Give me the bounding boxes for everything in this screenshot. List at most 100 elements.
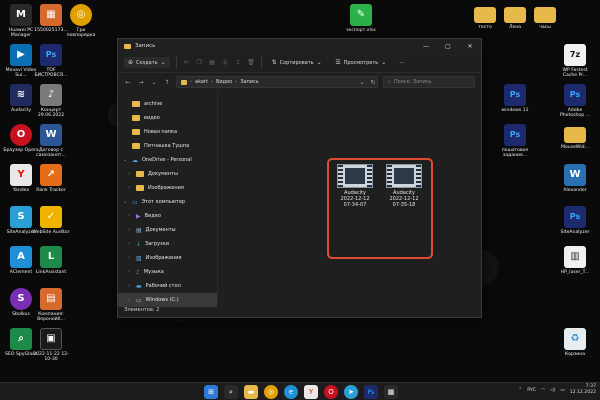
paste-icon[interactable]: ▤ <box>209 59 216 66</box>
sidebar-item-music[interactable]: › ♪ Музыка <box>118 265 217 279</box>
search-icon: ⌕ <box>388 79 391 85</box>
chevron-right-icon[interactable]: › <box>126 283 132 289</box>
back-icon[interactable]: ← <box>124 79 132 86</box>
desktop-icon-ps-tof[interactable]: Ps TOF БИСТРОВСЯ... <box>32 44 70 79</box>
store-icon[interactable]: ▦ <box>384 385 398 399</box>
chevron-down-icon[interactable]: ⌄ <box>150 79 158 86</box>
chevron-right-icon[interactable]: › <box>126 269 132 275</box>
sidebar-item-onedrive-documents[interactable]: › Документы <box>118 167 217 181</box>
view-button[interactable]: ☰ Просмотреть ⌄ <box>332 57 391 68</box>
search-icon[interactable]: ⌕ <box>224 385 238 399</box>
delete-icon[interactable]: 🗑︎ <box>247 59 255 66</box>
photoshop-icon[interactable]: Ps <box>364 385 378 399</box>
desktop-icon-ps-zadanie[interactable]: Ps пошаговое задание... <box>496 124 534 159</box>
battery-icon[interactable]: ▭ <box>560 388 564 393</box>
chevron-right-icon[interactable]: › <box>126 255 132 261</box>
sidebar-item-archive[interactable]: archive <box>118 97 217 111</box>
new-button[interactable]: ⊕ Создать ⌄ <box>124 57 170 68</box>
close-button[interactable]: ✕ <box>459 39 481 53</box>
clock[interactable]: 7:37 12.12.2022 <box>570 384 596 396</box>
title-bar[interactable]: Запись — ▢ ✕ <box>118 39 481 53</box>
desktop-icon-ps-adobe[interactable]: Ps Adobe Photoshop ... <box>556 84 594 119</box>
telegram-icon[interactable]: ➤ <box>344 385 358 399</box>
cut-icon[interactable]: ✂ <box>183 59 190 66</box>
desktop-icon-7z[interactable]: 7z WP Fastest Cache Pr... <box>556 44 594 79</box>
desktop-icon-export[interactable]: ✎ экспорт.xlsx <box>342 4 380 33</box>
breadcrumb-akart[interactable]: akart <box>195 79 208 85</box>
sidebar-item-this-pc[interactable]: ⌄ ▭ Этот компьютер <box>118 195 217 209</box>
document-icon: ▤ <box>40 288 62 310</box>
search-box[interactable]: ⌕ Поиск: Запись <box>383 76 475 88</box>
seo-spyglass-icon: ⌕ <box>10 328 32 350</box>
chrome-icon: ◎ <box>70 4 92 26</box>
desktop-icon-hplaser[interactable]: ▥ HP_laser_T... <box>556 246 594 275</box>
language-indicator[interactable]: РУС <box>527 388 536 393</box>
desktop-icon-alexander[interactable]: W Alexander <box>556 164 594 193</box>
chevron-right-icon[interactable]: › <box>126 185 132 191</box>
up-icon[interactable]: ↑ <box>163 79 171 86</box>
chevron-down-icon[interactable]: ⌄ <box>122 157 128 163</box>
desktop-icon-recycle-bin[interactable]: ♻ Корзина <box>556 328 594 357</box>
desktop-icon-mouse[interactable]: MouseWid... <box>556 124 594 150</box>
desktop-icon-koncert[interactable]: ♪ Концерт 29.06.2022 <box>32 84 70 119</box>
sidebar-item-videos[interactable]: › ▶ Видео <box>118 209 217 223</box>
chevron-right-icon[interactable]: › <box>126 227 132 233</box>
rename-icon[interactable]: Ⓐ <box>222 59 229 67</box>
recycle-bin-icon: ♻ <box>564 328 586 350</box>
opera-icon[interactable]: O <box>324 385 338 399</box>
folder-icon <box>132 143 140 149</box>
sort-button[interactable]: ⇅ Сортировать ⌄ <box>268 57 326 68</box>
sidebar-item-downloads[interactable]: › ↓ Загрузки <box>118 237 217 251</box>
breadcrumb-zapis[interactable]: Запись <box>240 79 258 85</box>
desktop-icon-ps-win11[interactable]: Ps windows 11 <box>496 84 534 113</box>
chevron-up-icon[interactable]: ⌃ <box>518 388 522 393</box>
explorer-window: Запись — ▢ ✕ ⊕ Создать ⌄ ✂ ❐ ▤ Ⓐ ⇪ 🗑︎ ⇅ … <box>117 38 482 318</box>
chevron-right-icon[interactable]: › <box>126 213 132 219</box>
sidebar-item-images[interactable]: › ▨ Изображения <box>118 251 217 265</box>
desktop-icon-video-file[interactable]: ▣ 2022-11-22 12-10-30 <box>32 328 70 363</box>
desktop-icon-linkassistant[interactable]: L LinkAssistant <box>32 246 70 275</box>
sidebar-item-documents[interactable]: › ▤ Документы <box>118 223 217 237</box>
desktop-icon-label: пошаговое задание... <box>501 148 529 159</box>
chevron-right-icon[interactable]: › <box>126 241 132 247</box>
refresh-icon[interactable]: ↻ <box>369 79 377 86</box>
desktop-icon-label: WP Fastest Cache Pr... <box>562 68 588 79</box>
file-explorer-icon[interactable]: ▬ <box>244 385 258 399</box>
sidebar-item-label: Музыка <box>143 269 164 275</box>
maximize-button[interactable]: ▢ <box>437 39 459 53</box>
chrome-icon[interactable]: ◎ <box>264 385 278 399</box>
file-icon: ▦ <box>40 4 62 26</box>
chevron-down-icon[interactable]: ⌄ <box>122 199 128 205</box>
windows-start-icon[interactable]: ⊞ <box>204 385 218 399</box>
desktop-icon-label: экспорт.xlsx <box>346 28 376 33</box>
sidebar-item-onedrive-images[interactable]: › Изображения <box>118 181 217 195</box>
breadcrumb-video[interactable]: Видео <box>216 79 232 85</box>
share-icon[interactable]: ⇪ <box>235 59 242 66</box>
more-button[interactable]: ··· <box>396 58 407 68</box>
desktop-icon-chrome[interactable]: ◎ Гри повпорядка <box>62 4 100 39</box>
volume-icon[interactable]: ◁) <box>550 388 555 393</box>
desktop-icon-kompaniya[interactable]: ▤ Компания: Веронойб... <box>32 288 70 323</box>
desktop-icon-ps-site[interactable]: Ps SiteAnalyzer <box>556 206 594 235</box>
desktop-icon-chasy[interactable]: часы <box>526 4 564 30</box>
sidebar-item-new-folder[interactable]: Новая папка <box>118 125 217 139</box>
huawei-icon: M <box>10 4 32 26</box>
sidebar-item-pyatnashka[interactable]: Пятнашка Тушпа <box>118 139 217 153</box>
edge-icon[interactable]: e <box>284 385 298 399</box>
chevron-down-icon[interactable]: ⌄ <box>358 79 366 86</box>
sidebar-item-video-folder[interactable]: видео <box>118 111 217 125</box>
sidebar-item-label: Видео <box>144 213 161 219</box>
chevron-right-icon[interactable]: › <box>126 171 132 177</box>
desktop-icon-dogovor[interactable]: W Договор с самозанят... <box>32 124 70 159</box>
address-bar[interactable]: › akart › Видео › Запись ⌄ ↻ <box>176 76 378 88</box>
forward-icon[interactable]: → <box>137 79 145 86</box>
minimize-button[interactable]: — <box>415 39 437 53</box>
copy-icon[interactable]: ❐ <box>196 59 203 66</box>
sidebar-item-onedrive[interactable]: ⌄ ☁ OneDrive - Personal <box>118 153 217 167</box>
desktop-icon-ranktracker[interactable]: ↗ Rank Tracker <box>32 164 70 193</box>
desktop-icon-websiteauditor[interactable]: ✓ WebSite Auditor <box>32 206 70 235</box>
yandex-icon[interactable]: Y <box>304 385 318 399</box>
plus-icon: ⊕ <box>127 59 134 66</box>
sidebar-item-desktop[interactable]: › ▬ Рабочий стол <box>118 279 217 293</box>
wifi-icon[interactable]: ◠ <box>541 388 545 393</box>
